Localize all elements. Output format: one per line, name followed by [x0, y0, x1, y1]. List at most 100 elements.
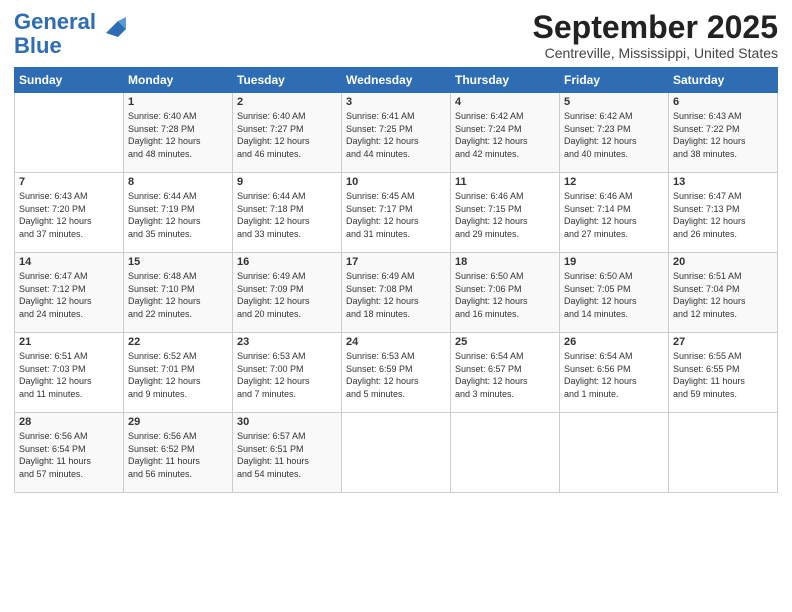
day-cell: 27Sunrise: 6:55 AM Sunset: 6:55 PM Dayli…	[669, 333, 778, 413]
day-number: 24	[346, 336, 446, 348]
logo-text: General Blue	[14, 10, 96, 58]
day-info: Sunrise: 6:53 AM Sunset: 6:59 PM Dayligh…	[346, 350, 446, 400]
calendar-body: 1 Sunrise: 6:40 AM Sunset: 7:28 PM Daylig…	[15, 93, 778, 493]
day-number: 12	[564, 176, 664, 188]
calendar-table: Sunday Monday Tuesday Wednesday Thursday…	[14, 67, 778, 493]
day-number: 11	[455, 176, 555, 188]
col-tuesday: Tuesday	[233, 68, 342, 93]
day-info: Sunrise: 6:48 AM Sunset: 7:10 PM Dayligh…	[128, 270, 228, 320]
day-cell: 7Sunrise: 6:43 AM Sunset: 7:20 PM Daylig…	[15, 173, 124, 253]
week-row-4: 21 Sunrise: 6:51 AM Sunset: 7:03 PM Dayli…	[15, 333, 778, 413]
day-cell: 1 Sunrise: 6:40 AM Sunset: 7:28 PM Daylig…	[124, 93, 233, 173]
day-number: 14	[19, 256, 119, 268]
day-info: Sunrise: 6:43 AM Sunset: 7:22 PM Dayligh…	[673, 110, 773, 160]
day-info: Sunrise: 6:41 AM Sunset: 7:25 PM Dayligh…	[346, 110, 446, 160]
day-info: Sunrise: 6:42 AM Sunset: 7:24 PM Dayligh…	[455, 110, 555, 160]
day-cell: 24 Sunrise: 6:53 AM Sunset: 6:59 PM Dayli…	[342, 333, 451, 413]
logo-icon	[98, 13, 130, 45]
day-cell: 9 Sunrise: 6:44 AM Sunset: 7:18 PM Daylig…	[233, 173, 342, 253]
calendar-title: September 2025	[533, 10, 778, 45]
day-info: Sunrise: 6:50 AM Sunset: 7:06 PM Dayligh…	[455, 270, 555, 320]
day-info: Sunrise: 6:57 AM Sunset: 6:51 PM Dayligh…	[237, 430, 337, 480]
logo: General Blue	[14, 10, 130, 58]
day-cell: 18 Sunrise: 6:50 AM Sunset: 7:06 PM Dayli…	[451, 253, 560, 333]
day-number: 9	[237, 176, 337, 188]
day-cell: 6 Sunrise: 6:43 AM Sunset: 7:22 PM Daylig…	[669, 93, 778, 173]
day-number: 19	[564, 256, 664, 268]
week-row-5: 28 Sunrise: 6:56 AM Sunset: 6:54 PM Dayli…	[15, 413, 778, 493]
day-cell: 26 Sunrise: 6:54 AM Sunset: 6:56 PM Dayli…	[560, 333, 669, 413]
col-wednesday: Wednesday	[342, 68, 451, 93]
day-cell	[560, 413, 669, 493]
day-info: Sunrise: 6:47 AM Sunset: 7:13 PM Dayligh…	[673, 190, 773, 240]
day-info: Sunrise: 6:49 AM Sunset: 7:09 PM Dayligh…	[237, 270, 337, 320]
day-cell: 28 Sunrise: 6:56 AM Sunset: 6:54 PM Dayli…	[15, 413, 124, 493]
day-number: 16	[237, 256, 337, 268]
day-info: Sunrise: 6:46 AM Sunset: 7:14 PM Dayligh…	[564, 190, 664, 240]
day-number: 21	[19, 336, 119, 348]
day-cell	[669, 413, 778, 493]
day-number: 17	[346, 256, 446, 268]
day-number: 22	[128, 336, 228, 348]
page: General Blue September 2025 Centreville,…	[0, 0, 792, 612]
col-monday: Monday	[124, 68, 233, 93]
day-info: Sunrise: 6:51 AM Sunset: 7:04 PM Dayligh…	[673, 270, 773, 320]
day-number: 29	[128, 416, 228, 428]
day-number: 5	[564, 96, 664, 108]
day-info: Sunrise: 6:43 AM Sunset: 7:20 PM Dayligh…	[19, 190, 119, 240]
header-row: Sunday Monday Tuesday Wednesday Thursday…	[15, 68, 778, 93]
day-info: Sunrise: 6:49 AM Sunset: 7:08 PM Dayligh…	[346, 270, 446, 320]
day-cell: 30 Sunrise: 6:57 AM Sunset: 6:51 PM Dayli…	[233, 413, 342, 493]
week-row-1: 1 Sunrise: 6:40 AM Sunset: 7:28 PM Daylig…	[15, 93, 778, 173]
day-cell: 19 Sunrise: 6:50 AM Sunset: 7:05 PM Dayli…	[560, 253, 669, 333]
day-info: Sunrise: 6:40 AM Sunset: 7:27 PM Dayligh…	[237, 110, 337, 160]
day-number: 3	[346, 96, 446, 108]
day-cell: 4 Sunrise: 6:42 AM Sunset: 7:24 PM Daylig…	[451, 93, 560, 173]
day-info: Sunrise: 6:40 AM Sunset: 7:28 PM Dayligh…	[128, 110, 228, 160]
day-number: 13	[673, 176, 773, 188]
day-info: Sunrise: 6:56 AM Sunset: 6:52 PM Dayligh…	[128, 430, 228, 480]
col-saturday: Saturday	[669, 68, 778, 93]
day-info: Sunrise: 6:47 AM Sunset: 7:12 PM Dayligh…	[19, 270, 119, 320]
day-cell: 16 Sunrise: 6:49 AM Sunset: 7:09 PM Dayli…	[233, 253, 342, 333]
col-friday: Friday	[560, 68, 669, 93]
day-number: 23	[237, 336, 337, 348]
day-cell: 22Sunrise: 6:52 AM Sunset: 7:01 PM Dayli…	[124, 333, 233, 413]
day-cell: 14 Sunrise: 6:47 AM Sunset: 7:12 PM Dayli…	[15, 253, 124, 333]
day-number: 4	[455, 96, 555, 108]
day-cell	[15, 93, 124, 173]
day-info: Sunrise: 6:54 AM Sunset: 6:56 PM Dayligh…	[564, 350, 664, 400]
day-info: Sunrise: 6:51 AM Sunset: 7:03 PM Dayligh…	[19, 350, 119, 400]
day-cell: 20 Sunrise: 6:51 AM Sunset: 7:04 PM Dayli…	[669, 253, 778, 333]
day-cell	[342, 413, 451, 493]
col-thursday: Thursday	[451, 68, 560, 93]
day-cell: 15Sunrise: 6:48 AM Sunset: 7:10 PM Dayli…	[124, 253, 233, 333]
day-number: 6	[673, 96, 773, 108]
day-info: Sunrise: 6:56 AM Sunset: 6:54 PM Dayligh…	[19, 430, 119, 480]
week-row-3: 14 Sunrise: 6:47 AM Sunset: 7:12 PM Dayli…	[15, 253, 778, 333]
day-cell: 25 Sunrise: 6:54 AM Sunset: 6:57 PM Dayli…	[451, 333, 560, 413]
day-number: 20	[673, 256, 773, 268]
day-info: Sunrise: 6:46 AM Sunset: 7:15 PM Dayligh…	[455, 190, 555, 240]
day-cell: 12 Sunrise: 6:46 AM Sunset: 7:14 PM Dayli…	[560, 173, 669, 253]
col-sunday: Sunday	[15, 68, 124, 93]
day-info: Sunrise: 6:44 AM Sunset: 7:18 PM Dayligh…	[237, 190, 337, 240]
day-info: Sunrise: 6:50 AM Sunset: 7:05 PM Dayligh…	[564, 270, 664, 320]
day-cell: 10Sunrise: 6:45 AM Sunset: 7:17 PM Dayli…	[342, 173, 451, 253]
day-number: 26	[564, 336, 664, 348]
day-cell: 13 Sunrise: 6:47 AM Sunset: 7:13 PM Dayli…	[669, 173, 778, 253]
day-number: 1	[128, 96, 228, 108]
day-info: Sunrise: 6:54 AM Sunset: 6:57 PM Dayligh…	[455, 350, 555, 400]
day-number: 30	[237, 416, 337, 428]
week-row-2: 7Sunrise: 6:43 AM Sunset: 7:20 PM Daylig…	[15, 173, 778, 253]
day-info: Sunrise: 6:42 AM Sunset: 7:23 PM Dayligh…	[564, 110, 664, 160]
day-cell: 11 Sunrise: 6:46 AM Sunset: 7:15 PM Dayli…	[451, 173, 560, 253]
day-cell: 3 Sunrise: 6:41 AM Sunset: 7:25 PM Daylig…	[342, 93, 451, 173]
day-cell: 23Sunrise: 6:53 AM Sunset: 7:00 PM Dayli…	[233, 333, 342, 413]
header: General Blue September 2025 Centreville,…	[14, 10, 778, 61]
day-number: 18	[455, 256, 555, 268]
day-cell	[451, 413, 560, 493]
day-number: 25	[455, 336, 555, 348]
day-number: 28	[19, 416, 119, 428]
day-cell: 8Sunrise: 6:44 AM Sunset: 7:19 PM Daylig…	[124, 173, 233, 253]
